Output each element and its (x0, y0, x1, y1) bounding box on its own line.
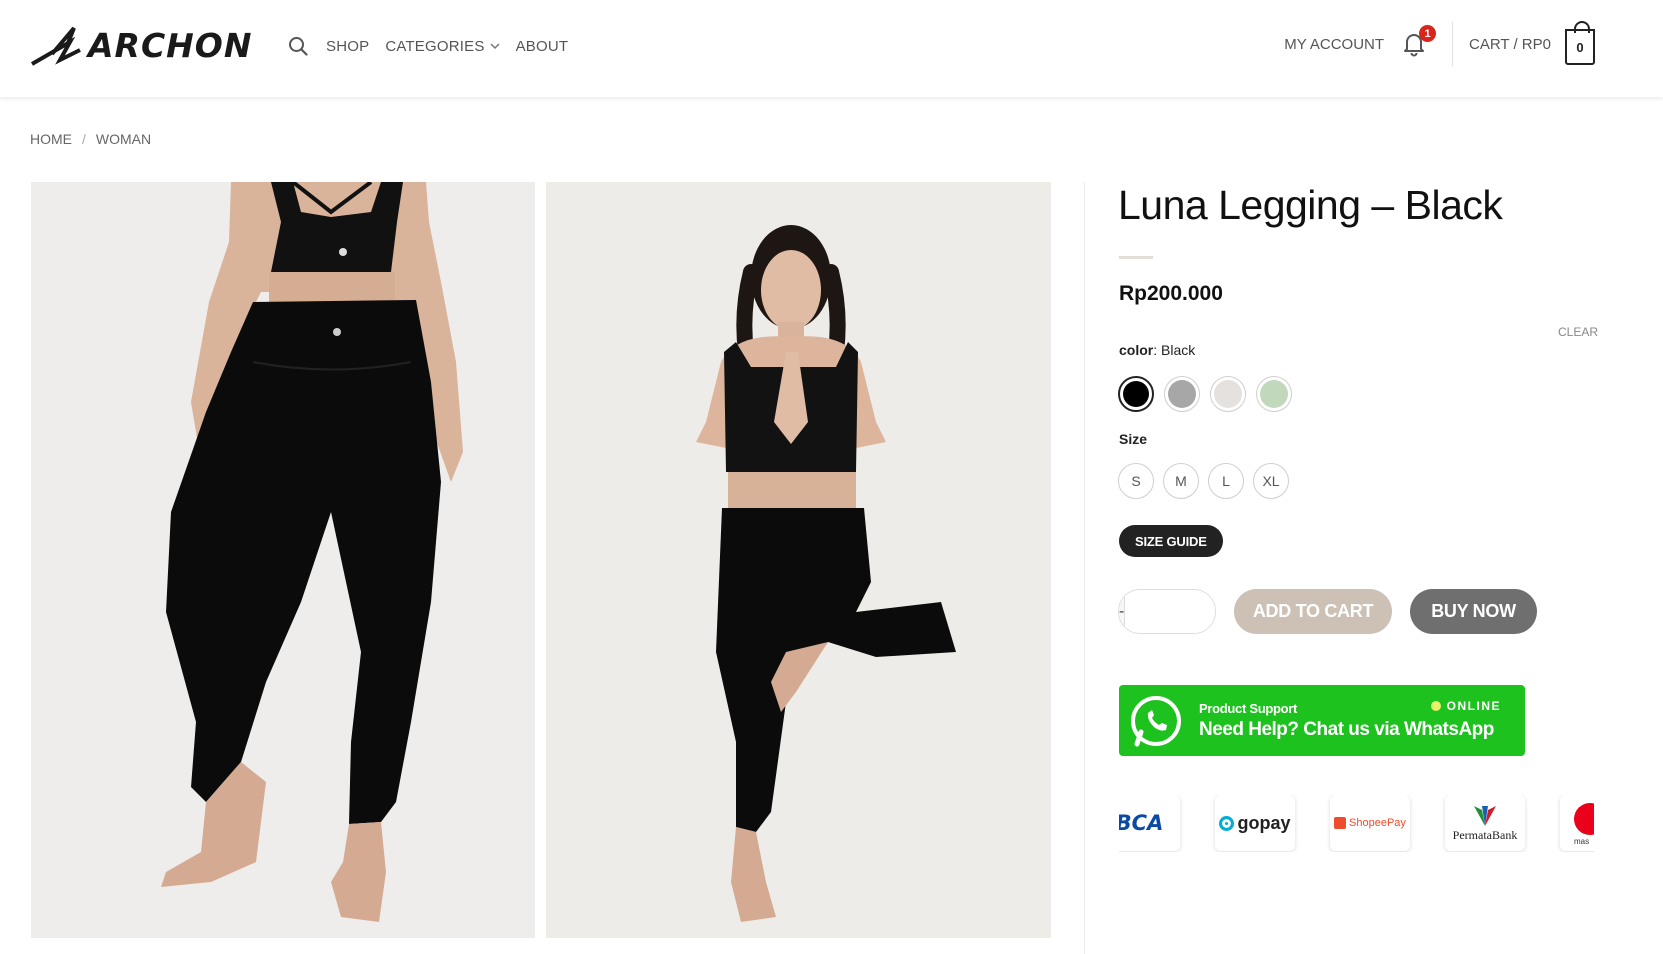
color-selected-value: Black (1161, 342, 1196, 358)
logo[interactable]: ARCHON (30, 24, 252, 66)
gopay-icon (1219, 815, 1235, 831)
size-option-m[interactable]: M (1163, 463, 1199, 499)
cart-bag-icon[interactable]: 0 (1565, 21, 1595, 65)
nav-shop[interactable]: SHOP (326, 38, 369, 55)
color-label-key: color (1119, 342, 1154, 358)
size-option-xl[interactable]: XL (1253, 463, 1289, 499)
chevron-down-icon (490, 42, 500, 49)
quantity-stepper: - + (1118, 589, 1216, 634)
product-title: Luna Legging – Black (1118, 182, 1503, 228)
search-icon[interactable] (288, 36, 308, 56)
permata-icon (1474, 805, 1496, 826)
payment-shopeepay-logo: ShopeePay (1330, 795, 1410, 851)
swatch-grey[interactable] (1164, 376, 1200, 412)
notification-badge: 1 (1419, 25, 1437, 42)
size-option-l[interactable]: L (1208, 463, 1244, 499)
swatch-light-grey[interactable] (1210, 376, 1246, 412)
header-divider (1452, 22, 1454, 66)
online-status-label: ONLINE (1446, 699, 1501, 713)
site-header: ARCHON SHOP CATEGORIES ABOUT MY ACCOUNT … (0, 0, 1663, 97)
main-nav: SHOP CATEGORIES ABOUT (288, 36, 568, 56)
model-back-view-image (161, 182, 463, 922)
model-front-view-image (696, 225, 956, 922)
size-option-s[interactable]: S (1118, 463, 1154, 499)
archon-logo-icon (30, 26, 81, 66)
payment-mastercard-logo: mas (1560, 795, 1594, 851)
color-label: color: Black (1119, 342, 1196, 358)
payment-gopay-logo: gopay (1215, 795, 1295, 851)
mastercard-circle-icon (1574, 803, 1594, 835)
my-account-link[interactable]: MY ACCOUNT (1284, 36, 1384, 53)
add-to-cart-button[interactable]: ADD TO CART (1234, 589, 1392, 634)
size-label: Size (1119, 431, 1148, 447)
title-underline (1119, 256, 1153, 259)
payment-permata-logo: PermataBank (1445, 795, 1525, 851)
breadcrumb-current[interactable]: WOMAN (96, 131, 151, 147)
nav-categories-label: CATEGORIES (385, 37, 485, 55)
size-guide-button[interactable]: SIZE GUIDE (1119, 525, 1223, 557)
quantity-input[interactable] (1124, 590, 1215, 633)
gopay-text: gopay (1237, 812, 1291, 833)
cart-count: 0 (1576, 39, 1584, 55)
color-swatches (1118, 376, 1292, 412)
breadcrumb-home[interactable]: HOME (30, 131, 72, 147)
nav-categories[interactable]: CATEGORIES (385, 37, 500, 55)
whatsapp-title: Need Help? Chat us via WhatsApp (1199, 718, 1494, 740)
breadcrumb-separator: / (82, 131, 86, 147)
payment-methods: BCA gopay ShopeePay PermataBank mas (1119, 795, 1594, 852)
online-dot-icon (1430, 701, 1441, 711)
logo-text: ARCHON (88, 25, 253, 65)
product-price: Rp200.000 (1119, 282, 1223, 305)
mastercard-text: mas (1574, 837, 1590, 846)
buy-now-button[interactable]: BUY NOW (1410, 589, 1537, 634)
bca-text: BCA (1119, 811, 1164, 835)
whatsapp-icon (1131, 695, 1181, 746)
shopeepay-text: ShopeePay (1349, 817, 1406, 829)
cart-link[interactable]: CART / RP0 (1469, 36, 1551, 53)
size-options: S M L XL (1118, 463, 1289, 499)
online-status: ONLINE (1430, 699, 1501, 713)
column-divider (1084, 182, 1085, 954)
swatch-black[interactable] (1118, 376, 1154, 412)
swatch-sage[interactable] (1256, 376, 1292, 412)
shopee-bag-icon (1334, 817, 1347, 829)
nav-about[interactable]: ABOUT (516, 38, 569, 55)
product-image-front[interactable] (546, 182, 1051, 938)
notification-button[interactable]: 1 (1402, 25, 1437, 57)
header-actions: MY ACCOUNT 1 CART / RP0 0 (1284, 21, 1595, 66)
whatsapp-support-banner[interactable]: Product Support Need Help? Chat us via W… (1119, 685, 1525, 756)
payment-bca-logo: BCA (1119, 795, 1180, 851)
clear-selection-link[interactable]: CLEAR (1558, 325, 1598, 339)
permata-text: PermataBank (1452, 827, 1518, 842)
breadcrumb: HOME / WOMAN (30, 131, 151, 147)
product-image-back[interactable] (31, 182, 535, 938)
